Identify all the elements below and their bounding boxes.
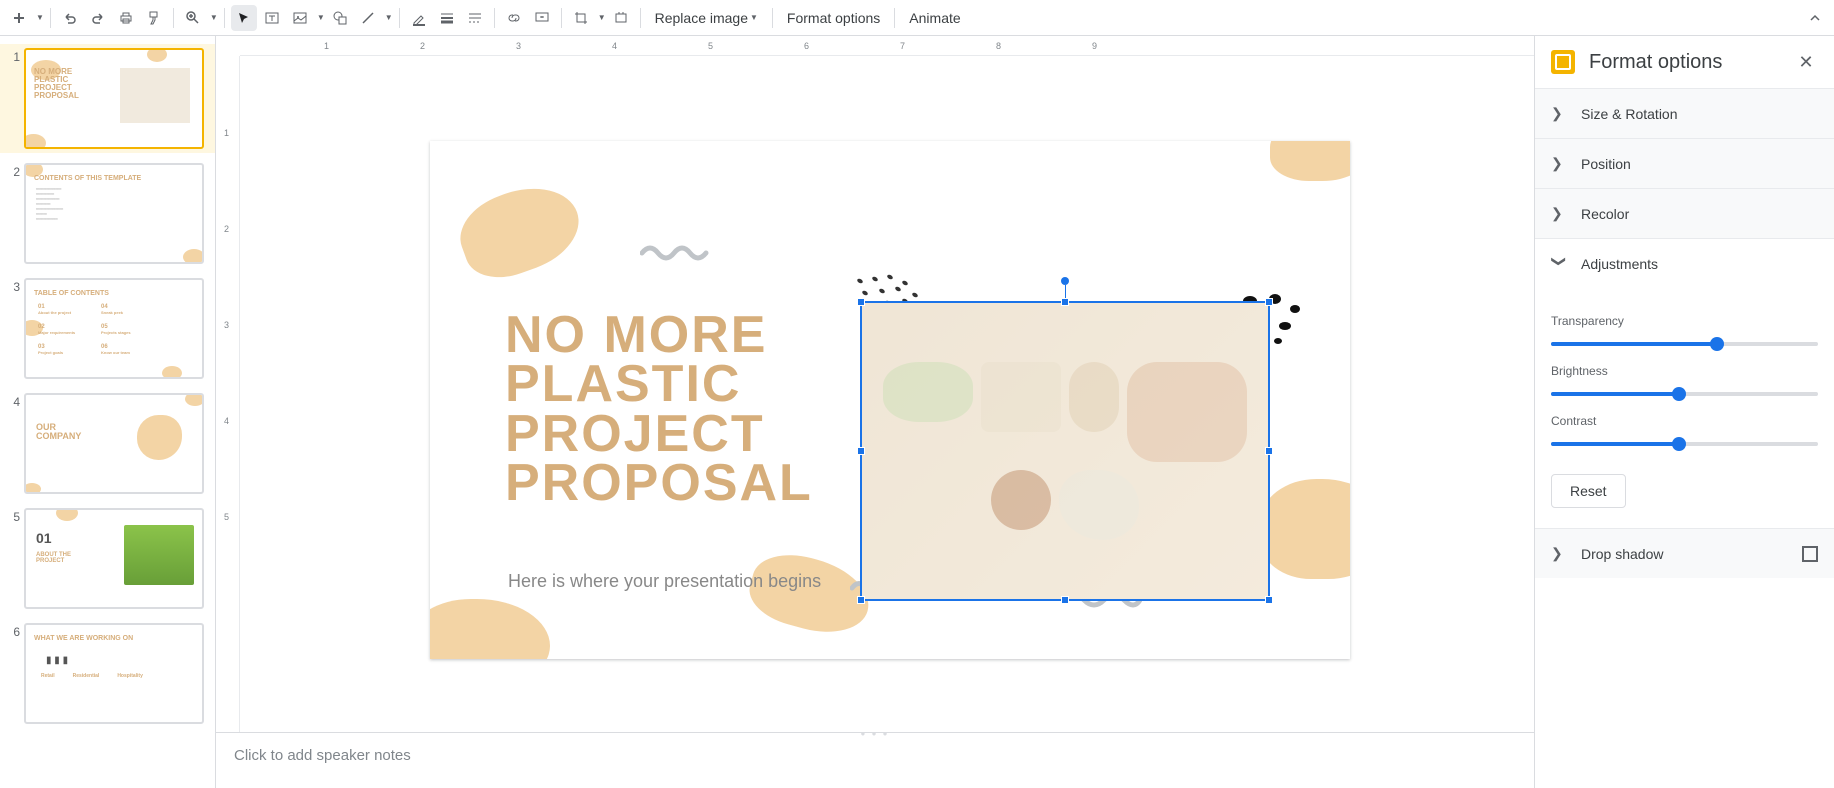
- paint-format-button[interactable]: [141, 5, 167, 31]
- link-button[interactable]: [501, 5, 527, 31]
- brightness-label: Brightness: [1551, 364, 1818, 378]
- dropdown-icon[interactable]: ▼: [210, 13, 218, 22]
- reset-image-button[interactable]: [608, 5, 634, 31]
- drop-shadow-section[interactable]: ❯ Drop shadow: [1535, 529, 1834, 578]
- line-button[interactable]: [355, 5, 381, 31]
- shape-button[interactable]: [327, 5, 353, 31]
- rotation-handle[interactable]: [1061, 277, 1069, 285]
- dropdown-icon[interactable]: ▼: [317, 13, 325, 22]
- resize-handle[interactable]: [857, 298, 865, 306]
- drop-shadow-checkbox[interactable]: [1802, 546, 1818, 562]
- selected-image[interactable]: [860, 301, 1270, 601]
- chevron-right-icon: ❯: [1551, 105, 1567, 122]
- crop-button[interactable]: [568, 5, 594, 31]
- main-toolbar: ▼ ▼ ▼ ▼ ▼ Replace image▼ Format options …: [0, 0, 1834, 36]
- replace-image-button[interactable]: Replace image▼: [647, 5, 766, 31]
- animate-button[interactable]: Animate: [901, 5, 968, 31]
- print-button[interactable]: [113, 5, 139, 31]
- thumbnail-6[interactable]: 6 WHAT WE ARE WORKING ON ▮ ▮ ▮ RetailRes…: [0, 619, 215, 728]
- vertical-ruler: 12345: [216, 56, 240, 788]
- chevron-down-icon: ❯: [1551, 256, 1568, 272]
- resize-handle[interactable]: [857, 596, 865, 604]
- resize-handle[interactable]: [857, 447, 865, 455]
- thumbnail-1[interactable]: 1 NO MOREPLASTICPROJECTPROPOSAL: [0, 44, 215, 153]
- chevron-right-icon: ❯: [1551, 205, 1567, 222]
- resize-handle[interactable]: [1061, 298, 1069, 306]
- comment-button[interactable]: [529, 5, 555, 31]
- dropdown-icon[interactable]: ▼: [598, 13, 606, 22]
- resize-handle[interactable]: [1265, 298, 1273, 306]
- border-dash-button[interactable]: [462, 5, 488, 31]
- undo-button[interactable]: [57, 5, 83, 31]
- dropdown-icon[interactable]: ▼: [36, 13, 44, 22]
- border-color-button[interactable]: [406, 5, 432, 31]
- border-weight-button[interactable]: [434, 5, 460, 31]
- select-tool-button[interactable]: [231, 5, 257, 31]
- reset-button[interactable]: Reset: [1551, 474, 1626, 508]
- format-panel-title: Format options: [1589, 51, 1780, 74]
- text-box-button[interactable]: [259, 5, 285, 31]
- contrast-label: Contrast: [1551, 414, 1818, 428]
- thumbnail-5[interactable]: 5 01 ABOUT THEPROJECT: [0, 504, 215, 613]
- redo-button[interactable]: [85, 5, 111, 31]
- size-rotation-section[interactable]: ❯ Size & Rotation: [1535, 89, 1834, 138]
- thumbnail-4[interactable]: 4 OURCOMPANY: [0, 389, 215, 498]
- adjustments-section[interactable]: ❯ Adjustments: [1535, 239, 1834, 288]
- slide-thumbnails: 1 NO MOREPLASTICPROJECTPROPOSAL 2 CONTEN…: [0, 36, 216, 788]
- resize-handle[interactable]: [1061, 596, 1069, 604]
- resize-handle[interactable]: [1265, 447, 1273, 455]
- format-options-panel: Format options ✕ ❯ Size & Rotation ❯ Pos…: [1534, 36, 1834, 788]
- format-panel-icon: [1551, 50, 1575, 74]
- slide-canvas[interactable]: NO MOREPLASTICPROJECTPROPOSAL Here is wh…: [430, 141, 1350, 659]
- horizontal-ruler: 123456789: [240, 36, 1534, 56]
- collapse-toolbar-button[interactable]: [1802, 5, 1828, 31]
- chevron-right-icon: ❯: [1551, 155, 1567, 172]
- slide-title[interactable]: NO MOREPLASTICPROJECTPROPOSAL: [505, 311, 813, 509]
- contrast-slider[interactable]: [1551, 442, 1818, 446]
- thumbnail-2[interactable]: 2 CONTENTS OF THIS TEMPLATE ━━━━━━━━━━━━…: [0, 159, 215, 268]
- chevron-right-icon: ❯: [1551, 545, 1567, 562]
- canvas-area: 123456789 12345 NO MOREPLASTICPROJECTPRO…: [216, 36, 1534, 788]
- position-section[interactable]: ❯ Position: [1535, 139, 1834, 188]
- speaker-notes[interactable]: ● ● ● Click to add speaker notes: [216, 732, 1534, 788]
- zoom-button[interactable]: [180, 5, 206, 31]
- recolor-section[interactable]: ❯ Recolor: [1535, 189, 1834, 238]
- image-button[interactable]: [287, 5, 313, 31]
- slide-subtitle[interactable]: Here is where your presentation begins: [508, 571, 821, 592]
- new-slide-button[interactable]: [6, 5, 32, 31]
- format-options-button[interactable]: Format options: [779, 5, 888, 31]
- brightness-slider[interactable]: [1551, 392, 1818, 396]
- thumbnail-3[interactable]: 3 TABLE OF CONTENTS 01About the project …: [0, 274, 215, 383]
- resize-handle[interactable]: [1265, 596, 1273, 604]
- close-panel-button[interactable]: ✕: [1794, 50, 1818, 74]
- transparency-label: Transparency: [1551, 314, 1818, 328]
- dropdown-icon[interactable]: ▼: [385, 13, 393, 22]
- transparency-slider[interactable]: [1551, 342, 1818, 346]
